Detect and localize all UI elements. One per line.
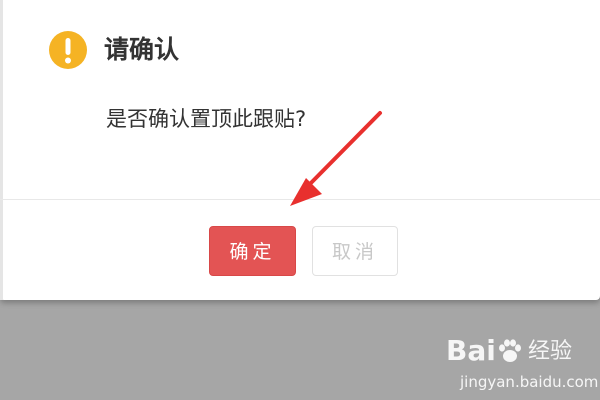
watermark-logo-text: Bai (446, 334, 496, 367)
paw-icon (499, 339, 521, 362)
dialog-message: 是否确认置顶此跟贴? (106, 107, 307, 131)
dialog-edge (0, 0, 3, 300)
baidu-jingyan-watermark: Bai 经验 jingyan.baidu.com (446, 334, 599, 394)
red-arrow-icon (290, 111, 382, 206)
watermark-brand: 经验 (528, 339, 573, 364)
cancel-button[interactable]: 取消 (312, 226, 398, 276)
watermark-url: jingyan.baidu.com (460, 373, 599, 391)
dialog-title: 请确认 (104, 35, 180, 64)
confirm-button[interactable]: 确定 (209, 226, 296, 276)
exclamation-circle-icon (49, 31, 87, 69)
